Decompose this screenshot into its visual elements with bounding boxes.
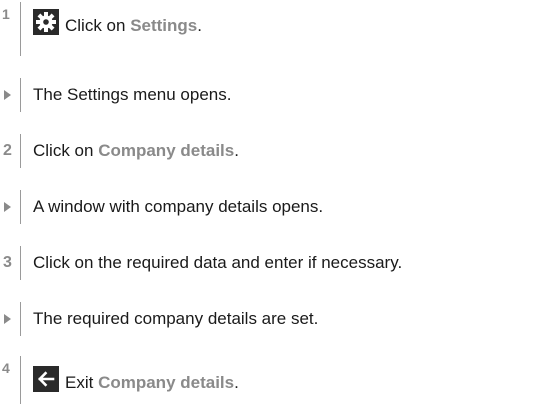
instruction-step-3: 3 Click on the required data and enter i…: [0, 246, 557, 280]
step-text: A window with company details opens.: [33, 197, 324, 216]
step-text-suffix: .: [234, 141, 239, 160]
step-number: 2: [3, 142, 12, 159]
result-arrow-icon: [4, 314, 11, 324]
settings-label: Settings: [130, 16, 198, 35]
step-divider: [20, 246, 21, 280]
back-arrow-icon: [33, 366, 59, 392]
step-text-prefix: Click on: [65, 16, 131, 35]
step-divider: [20, 2, 21, 56]
step-text: Exit Company details.: [33, 366, 239, 394]
step-divider: [20, 134, 21, 168]
step-text: The Settings menu opens.: [33, 85, 232, 104]
company-details-label: Company details: [98, 141, 235, 160]
instruction-step-4: 4 Exit Company details.: [0, 354, 557, 406]
instruction-result-1: The Settings menu opens.: [0, 78, 557, 112]
step-text: Click on Company details.: [33, 140, 239, 162]
step-text: Click on Settings.: [33, 9, 202, 37]
step-number: 1: [2, 6, 10, 22]
step-text-suffix: .: [234, 373, 239, 392]
step-text-suffix: .: [197, 16, 202, 35]
step-number: 4: [2, 360, 10, 376]
company-details-label: Company details: [98, 373, 235, 392]
result-arrow-icon: [4, 90, 11, 100]
result-arrow-icon: [4, 202, 11, 212]
gear-icon: [33, 9, 59, 35]
step-divider: [20, 356, 21, 404]
step-text-prefix: Exit: [65, 373, 99, 392]
instruction-result-3: The required company details are set.: [0, 302, 557, 336]
step-divider: [20, 302, 21, 336]
step-text: Click on the required data and enter if …: [33, 253, 403, 272]
instruction-step-2: 2 Click on Company details.: [0, 134, 557, 168]
step-number: 3: [3, 254, 12, 271]
step-divider: [20, 78, 21, 112]
instruction-result-2: A window with company details opens.: [0, 190, 557, 224]
step-divider: [20, 190, 21, 224]
step-text-prefix: Click on: [33, 141, 99, 160]
instruction-step-1: 1 Click on Settings.: [0, 0, 557, 56]
step-text: The required company details are set.: [33, 309, 319, 328]
